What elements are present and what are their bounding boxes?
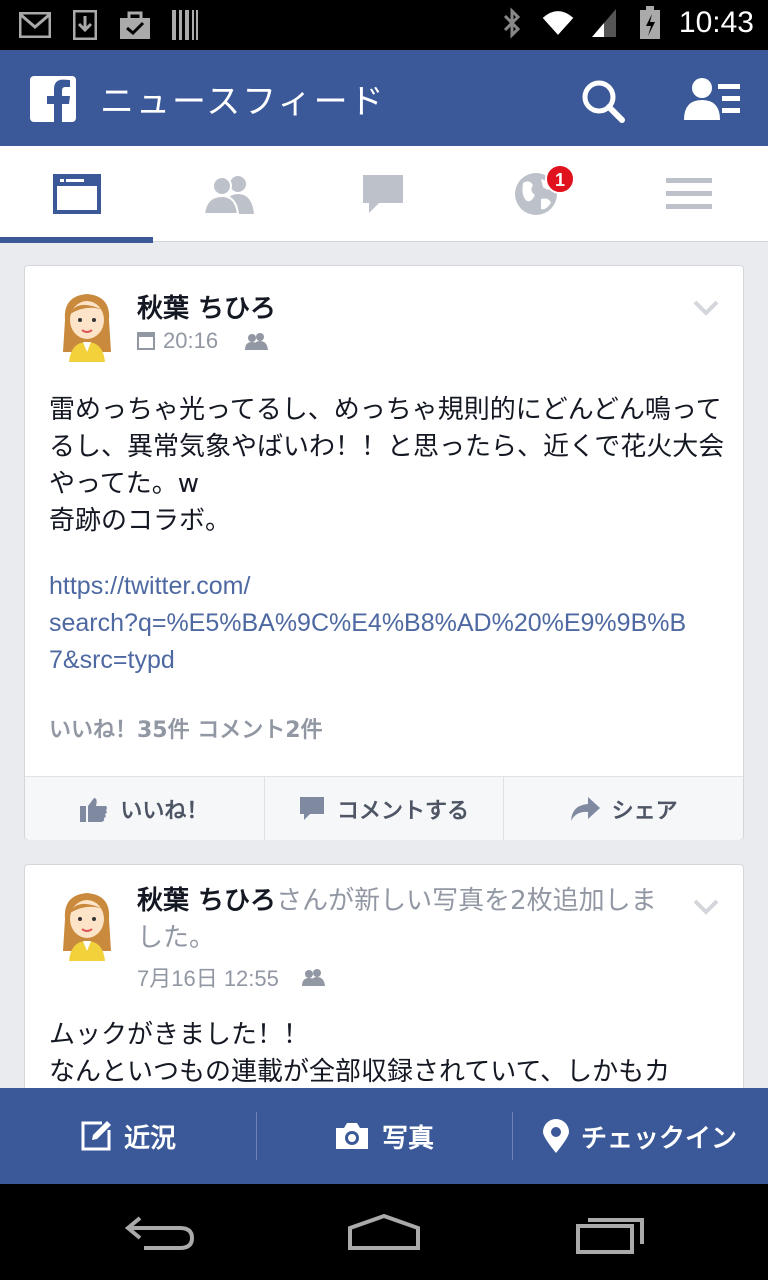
like-button[interactable]: いいね！ (25, 777, 265, 840)
calendar-icon (137, 332, 155, 350)
tab-friends[interactable] (153, 146, 306, 242)
post-author[interactable]: 秋葉 ちひろ (137, 886, 276, 916)
tab-more[interactable] (612, 146, 765, 242)
friends-icon (203, 176, 254, 214)
post-meta: 7月16日 12:55 (137, 961, 327, 993)
avatar[interactable] (57, 889, 117, 961)
post-author[interactable]: 秋葉 ちひろ (137, 288, 276, 325)
back-icon[interactable] (120, 1208, 200, 1258)
composer-bar: 近況 写真 チェックイン (0, 1088, 768, 1184)
page-title: ニュースフィード (100, 82, 386, 122)
post-time[interactable]: 20:16 (163, 328, 218, 354)
chevron-down-icon[interactable] (693, 899, 719, 915)
tab-bar: 1 (0, 146, 768, 243)
news-feed-icon (52, 174, 101, 214)
post-text: 雷めっちゃ光ってるし、めっちゃ規則的にどんどん鳴ってるし、異常気象やばいわ！！と… (49, 395, 725, 536)
download-icon (68, 8, 102, 42)
news-feed[interactable]: 秋葉 ちひろ 20:16 雷めっちゃ光ってるし、めっちゃ規則的にどんどん鳴ってる… (0, 243, 768, 1088)
battery-icon (633, 6, 667, 40)
location-pin-icon (542, 1119, 569, 1153)
post-time[interactable]: 7月16日 12:55 (137, 961, 279, 993)
friends-audience-icon (301, 969, 325, 986)
checkin-button[interactable]: チェックイン (512, 1088, 768, 1184)
post-actions: いいね！ コメントする シェア (25, 776, 743, 840)
thumbs-up-icon (80, 797, 108, 822)
camera-icon (335, 1123, 368, 1149)
messages-icon (362, 175, 403, 213)
avatar[interactable] (57, 290, 117, 362)
post-meta: 20:16 (137, 328, 270, 354)
tab-news-feed[interactable] (0, 146, 153, 243)
home-icon[interactable] (344, 1208, 424, 1258)
status-button[interactable]: 近況 (0, 1088, 256, 1184)
bag-check-icon (118, 8, 152, 42)
tab-messages[interactable] (306, 146, 459, 242)
chevron-down-icon[interactable] (693, 300, 719, 316)
edit-icon (81, 1121, 111, 1151)
post-text: ムックがきました！！ なんといつもの連載が全部収録されていて、しかもカ (49, 1020, 671, 1087)
friend-requests-icon[interactable] (684, 76, 744, 126)
photo-button[interactable]: 写真 (256, 1088, 512, 1184)
friends-audience-icon (245, 333, 269, 350)
comment-icon (300, 796, 324, 820)
menu-icon (665, 178, 712, 209)
like-comment-count[interactable]: いいね！35件 コメント2件 (49, 712, 323, 744)
notification-badge: 1 (545, 164, 575, 194)
status-time: 10:43 (678, 6, 754, 39)
barcode-icon (168, 8, 202, 42)
share-button[interactable]: シェア (504, 777, 743, 840)
status-bar: 10:43 (0, 0, 768, 50)
signal-icon (587, 6, 621, 40)
facebook-logo-icon[interactable] (30, 76, 76, 122)
tab-notifications[interactable]: 1 (459, 146, 612, 242)
share-arrow-icon (570, 796, 600, 821)
recent-apps-icon[interactable] (570, 1208, 650, 1258)
comment-button[interactable]: コメントする (265, 777, 505, 840)
post-link[interactable]: https://twitter.com/ search?q=%E5%BA%9C%… (49, 568, 729, 679)
bluetooth-icon (495, 6, 529, 40)
feed-post: 秋葉 ちひろ 20:16 雷めっちゃ光ってるし、めっちゃ規則的にどんどん鳴ってる… (24, 265, 744, 840)
gmail-icon (18, 8, 52, 42)
app-bar: ニュースフィード (0, 50, 768, 146)
search-icon[interactable] (578, 76, 628, 126)
system-nav-bar (0, 1184, 768, 1280)
feed-post: 秋葉 ちひろさんが新しい写真を2枚追加しました。 7月16日 12:55 ムック… (24, 864, 744, 1088)
wifi-icon (541, 6, 575, 40)
post-header: 秋葉 ちひろさんが新しい写真を2枚追加しました。 (137, 883, 677, 957)
